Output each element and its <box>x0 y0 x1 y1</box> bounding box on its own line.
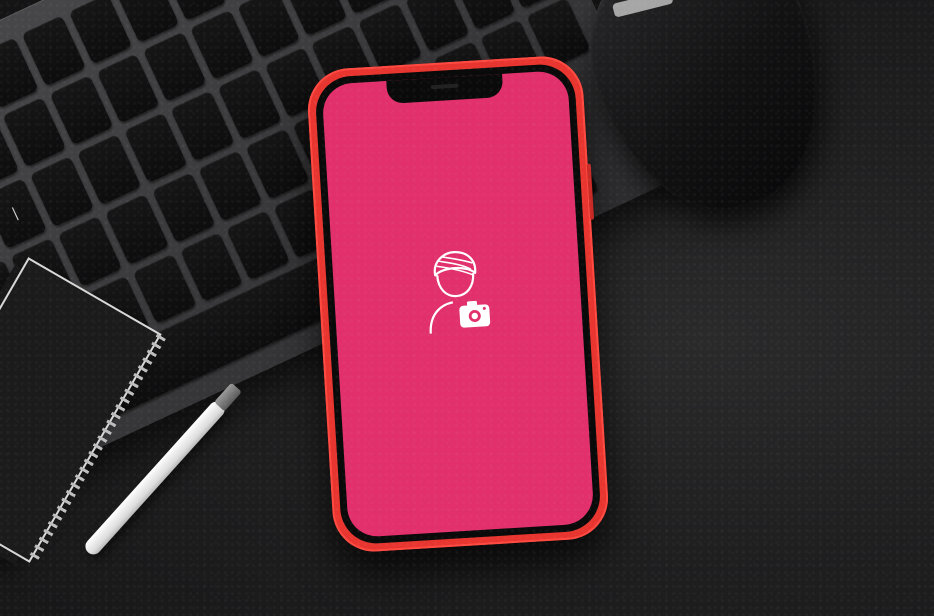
smartphone <box>305 54 611 554</box>
phone-notch <box>386 72 504 104</box>
phone-screen[interactable] <box>321 69 595 539</box>
phone-bezel <box>313 62 603 546</box>
desk-scene: = - _ + { } | <box>0 0 934 616</box>
turban-person-with-camera-icon <box>429 251 491 334</box>
